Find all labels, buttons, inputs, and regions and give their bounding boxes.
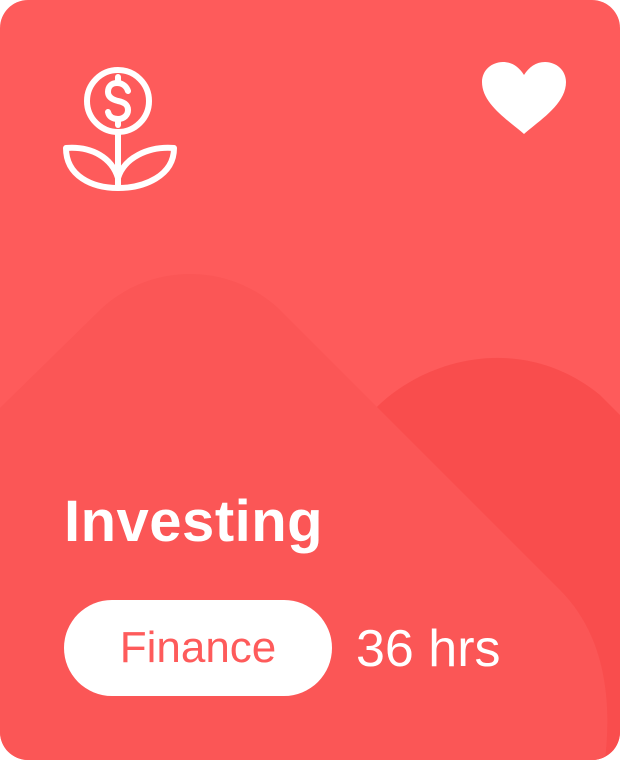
category-tag[interactable]: Finance bbox=[64, 600, 332, 696]
heart-icon[interactable] bbox=[478, 58, 570, 138]
category-label: Finance bbox=[119, 623, 277, 672]
course-card[interactable]: Investing Finance 36 hrs bbox=[0, 0, 620, 760]
money-plant-icon bbox=[63, 67, 177, 191]
course-title: Investing bbox=[64, 489, 324, 554]
course-duration: 36 hrs bbox=[356, 620, 501, 678]
